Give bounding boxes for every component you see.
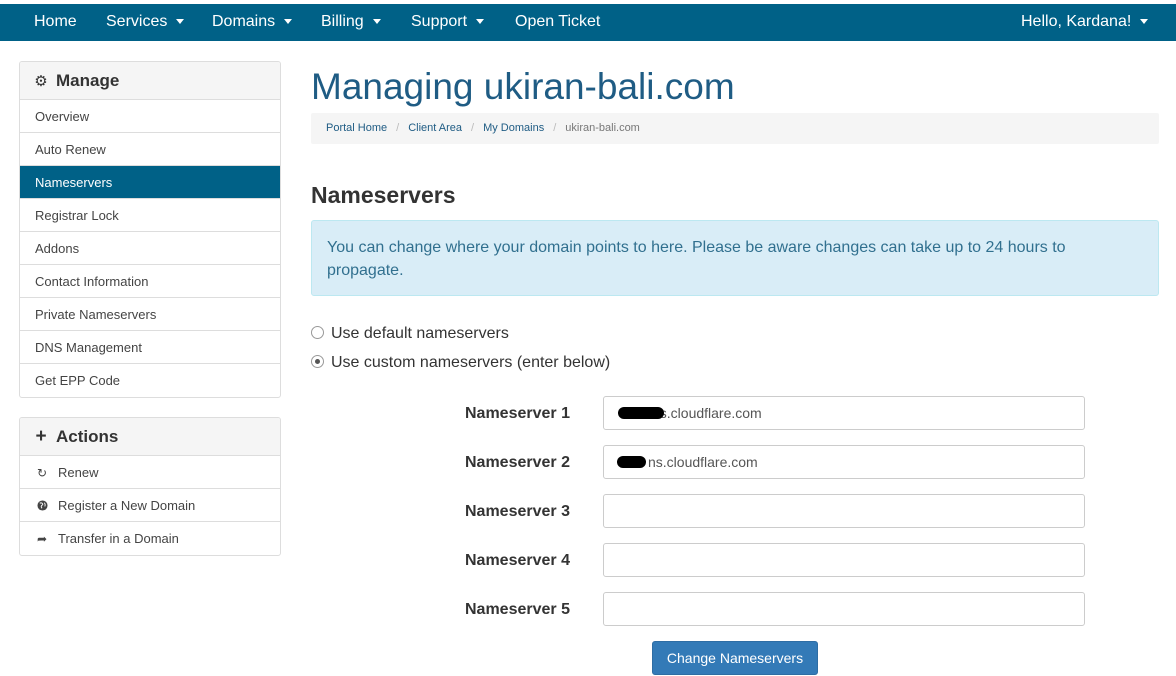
breadcrumb-current: ukiran-bali.com [565, 122, 640, 134]
nav-home[interactable]: Home [34, 4, 77, 41]
option-default-nameservers[interactable]: Use default nameservers [311, 323, 509, 345]
sidebar-item-overview[interactable]: Overview [20, 100, 280, 133]
sidebar-item-dns-management[interactable]: DNS Management [20, 331, 280, 364]
nav-open-ticket[interactable]: Open Ticket [515, 4, 600, 41]
breadcrumb-separator: / [471, 122, 475, 134]
nav-domains-label: Domains [212, 13, 276, 30]
actions-panel-heading: + Actions [20, 418, 280, 456]
action-renew-label: Renew [58, 465, 99, 480]
redaction-mark [617, 456, 646, 468]
breadcrumb-separator: / [553, 122, 557, 134]
manage-panel-title: Manage [56, 71, 120, 90]
caret-down-icon [476, 19, 485, 25]
refresh-icon: ↻ [36, 466, 48, 480]
info-alert: You can change where your domain points … [311, 220, 1159, 296]
nav-services-label: Services [106, 13, 168, 30]
action-register-new-domain[interactable]: Register a New Domain [20, 489, 280, 522]
nameserver-1-label: Nameserver 1 [465, 405, 570, 422]
nameserver-4-label: Nameserver 4 [465, 552, 570, 569]
nameserver-5-input[interactable] [603, 592, 1085, 626]
radio-custom[interactable] [311, 355, 324, 368]
nameserver-5-label: Nameserver 5 [465, 601, 570, 618]
sidebar-item-addons[interactable]: Addons [20, 232, 280, 265]
caret-down-icon [284, 19, 293, 25]
actions-panel-title: Actions [56, 427, 119, 446]
nav-support[interactable]: Support [411, 4, 485, 41]
nameserver-2-input[interactable] [603, 445, 1085, 479]
sidebar-item-contact-information[interactable]: Contact Information [20, 265, 280, 298]
share-arrow-icon: ➦ [36, 532, 48, 546]
nameserver-1-input[interactable] [603, 396, 1085, 430]
manage-panel-heading: ⚙ Manage [20, 62, 280, 100]
manage-panel: ⚙ Manage Overview Auto Renew Nameservers … [19, 61, 281, 398]
sidebar-item-private-nameservers[interactable]: Private Nameservers [20, 298, 280, 331]
info-alert-text: You can change where your domain points … [327, 239, 1066, 279]
gear-icon: ⚙ [34, 73, 48, 90]
breadcrumb-portal-home[interactable]: Portal Home [326, 122, 387, 134]
caret-down-icon [1140, 19, 1149, 25]
nav-home-label: Home [34, 13, 77, 30]
globe-icon [35, 490, 49, 523]
sidebar-item-auto-renew[interactable]: Auto Renew [20, 133, 280, 166]
action-transfer-label: Transfer in a Domain [58, 531, 179, 546]
nameserver-3-label: Nameserver 3 [465, 503, 570, 520]
breadcrumb-my-domains[interactable]: My Domains [483, 122, 544, 134]
option-custom-label: Use custom nameservers (enter below) [331, 354, 611, 371]
nav-user-menu[interactable]: Hello, Kardana! [1021, 4, 1149, 41]
top-navbar: Home Services Domains Billing Support Op… [0, 4, 1176, 41]
caret-down-icon [372, 19, 381, 25]
redaction-mark [618, 407, 664, 419]
action-register-label: Register a New Domain [58, 498, 196, 513]
nav-services[interactable]: Services [106, 4, 185, 41]
section-title: Nameservers [311, 182, 456, 208]
user-greeting: Hello, Kardana! [1021, 13, 1132, 30]
nav-billing-label: Billing [321, 13, 364, 30]
sidebar-item-nameservers[interactable]: Nameservers [20, 166, 280, 199]
breadcrumb-separator: / [396, 122, 400, 134]
breadcrumb-client-area[interactable]: Client Area [408, 122, 462, 134]
nameserver-3-input[interactable] [603, 494, 1085, 528]
nav-open-ticket-label: Open Ticket [515, 13, 601, 30]
change-nameservers-button[interactable]: Change Nameservers [652, 641, 818, 675]
action-transfer-domain[interactable]: ➦ Transfer in a Domain [20, 522, 280, 555]
actions-panel: + Actions ↻ Renew Register a New Domain ➦ T… [19, 417, 281, 556]
breadcrumb: Portal Home / Client Area / My Domains / ukira… [311, 113, 1159, 144]
sidebar-item-get-epp-code[interactable]: Get EPP Code [20, 364, 280, 397]
nameserver-2-label: Nameserver 2 [465, 454, 570, 471]
action-renew[interactable]: ↻ Renew [20, 456, 280, 489]
sidebar-item-registrar-lock[interactable]: Registrar Lock [20, 199, 280, 232]
nameserver-4-input[interactable] [603, 543, 1085, 577]
page-title: Managing ukiran-bali.com [311, 66, 735, 107]
nav-support-label: Support [411, 13, 468, 30]
caret-down-icon [176, 19, 185, 25]
option-default-label: Use default nameservers [331, 325, 509, 342]
nav-billing[interactable]: Billing [321, 4, 381, 41]
option-custom-nameservers[interactable]: Use custom nameservers (enter below) [311, 352, 610, 374]
nav-domains[interactable]: Domains [212, 4, 293, 41]
plus-icon: + [35, 426, 47, 447]
radio-default[interactable] [311, 326, 324, 339]
